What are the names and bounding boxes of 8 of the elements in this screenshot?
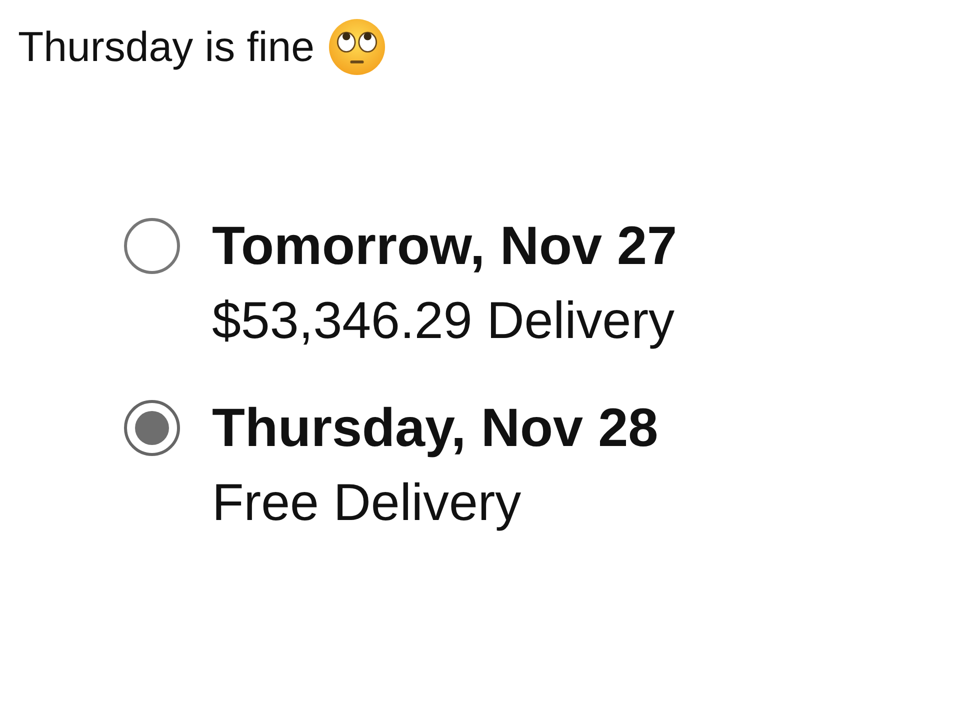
delivery-price: $53,346.29 Delivery — [212, 292, 676, 350]
radio-button[interactable] — [124, 400, 180, 456]
post-text: Thursday is fine — [18, 23, 314, 71]
radio-button[interactable] — [124, 218, 180, 274]
delivery-date: Tomorrow, Nov 27 — [212, 216, 678, 276]
delivery-price: Free Delivery — [212, 474, 522, 532]
delivery-date: Thursday, Nov 28 — [212, 398, 658, 458]
eye-roll-emoji-icon — [328, 18, 386, 76]
